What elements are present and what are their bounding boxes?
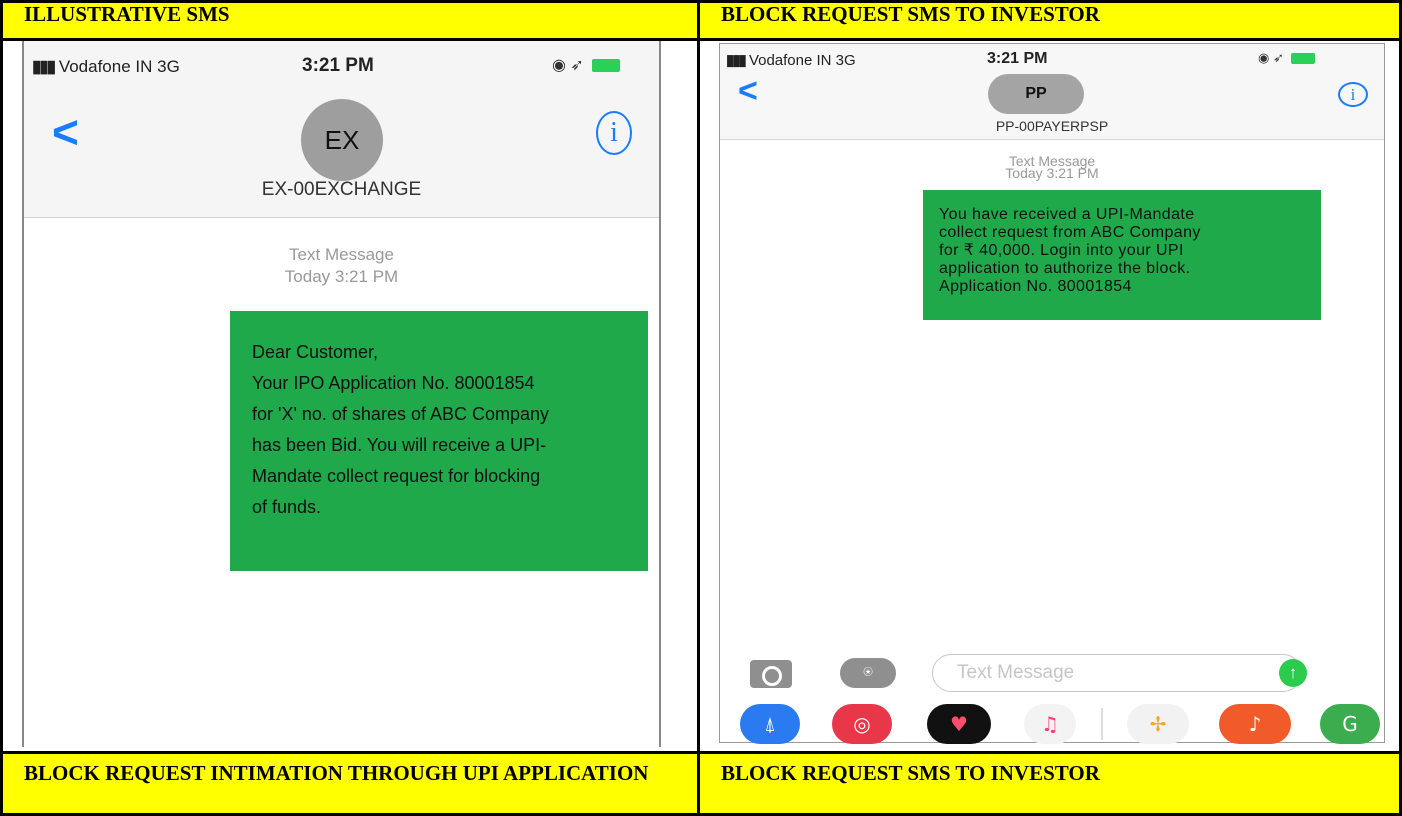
- message-line: for 'X' no. of shares of ABC Company: [252, 404, 550, 424]
- message-line: has been Bid. You will receive a UPI-: [252, 435, 547, 455]
- right-message-bubble[interactable]: You have received a UPI-Mandate collect …: [923, 190, 1321, 320]
- info-icon[interactable]: i: [1338, 82, 1368, 107]
- message-line: collect request from ABC Company: [939, 224, 1201, 241]
- left-status-icons: ◉ ➶: [552, 55, 621, 75]
- header-block-request-bottom: BLOCK REQUEST SMS TO INVESTOR: [700, 754, 1399, 813]
- chevron-left-icon[interactable]: <: [52, 105, 79, 159]
- cell-right-screenshot: ▮▮▮ Vodafone IN 3G 3:21 PM ◉ ➶ < PP i PP…: [700, 41, 1399, 751]
- left-phone-screenshot: ▮▮▮ Vodafone IN 3G 3:21 PM ◉ ➶ < EX i EX…: [22, 41, 661, 747]
- maps-dock-icon[interactable]: G: [1320, 704, 1380, 744]
- left-carrier-label: ▮▮▮ Vodafone IN 3G: [32, 57, 180, 76]
- header-bottom-right-label: BLOCK REQUEST SMS TO INVESTOR: [721, 761, 1100, 785]
- battery-icon: [592, 59, 621, 73]
- message-line: for ₹ 40,000. Login into your UPI: [939, 242, 1184, 259]
- left-sender-name[interactable]: EX-00EXCHANGE: [24, 179, 659, 201]
- message-input[interactable]: Text Message: [932, 654, 1302, 692]
- header-top-left-label: ILLUSTRATIVE SMS: [24, 2, 230, 26]
- send-arrow-icon[interactable]: ↑: [1279, 659, 1307, 687]
- info-icon[interactable]: i: [596, 111, 632, 155]
- app-store-dock-icon[interactable]: ⍋: [740, 704, 800, 744]
- table-border-row1: [0, 38, 1402, 41]
- camera-icon[interactable]: [750, 660, 792, 688]
- header-illustrative-sms: ILLUSTRATIVE SMS: [3, 3, 697, 38]
- table-border-top: [0, 0, 1402, 3]
- right-message-timestamp: Today 3:21 PM: [1005, 165, 1099, 181]
- right-carrier-label: ▮▮▮ Vodafone IN 3G: [726, 52, 856, 69]
- music-dock-icon[interactable]: ♫: [1024, 704, 1076, 744]
- battery-icon: [1291, 53, 1316, 65]
- message-line: application to authorize the block.: [939, 260, 1191, 277]
- message-line: Dear Customer,: [252, 342, 379, 362]
- table-border-middle-vertical: [697, 0, 700, 816]
- header-bottom-left-label: BLOCK REQUEST INTIMATION THROUGH UPI APP…: [24, 761, 649, 785]
- right-status-icons: ◉ ➶: [1258, 50, 1316, 66]
- heart-dock-icon[interactable]: ♥: [927, 704, 991, 744]
- header-block-request-top: BLOCK REQUEST SMS TO INVESTOR: [700, 3, 1399, 38]
- cell-left-screenshot: ▮▮▮ Vodafone IN 3G 3:21 PM ◉ ➶ < EX i EX…: [3, 41, 697, 751]
- message-line: Mandate collect request for blocking: [252, 466, 541, 486]
- message-line: You have received a UPI-Mandate: [939, 206, 1195, 223]
- table-border-row2: [0, 751, 1402, 754]
- table-border-left: [0, 0, 3, 816]
- left-message-timestamp: Today 3:21 PM: [284, 267, 399, 286]
- message-line: Application No. 80001854: [939, 278, 1132, 295]
- header-block-request-intimation: BLOCK REQUEST INTIMATION THROUGH UPI APP…: [3, 754, 697, 813]
- left-avatar[interactable]: EX: [301, 99, 383, 181]
- header-top-right-label: BLOCK REQUEST SMS TO INVESTOR: [721, 2, 1100, 26]
- chevron-left-icon[interactable]: <: [738, 72, 758, 111]
- app-store-icon[interactable]: ⍟: [840, 658, 896, 688]
- message-line: Your IPO Application No. 80001854: [252, 373, 535, 393]
- right-avatar[interactable]: PP: [988, 74, 1084, 114]
- left-status-time: 3:21 PM: [302, 55, 374, 76]
- sms-table: ILLUSTRATIVE SMS BLOCK REQUEST SMS TO IN…: [0, 0, 1402, 816]
- right-phone-screenshot: ▮▮▮ Vodafone IN 3G 3:21 PM ◉ ➶ < PP i PP…: [719, 43, 1385, 744]
- right-status-time: 3:21 PM: [987, 50, 1048, 67]
- left-message-type: Text Message: [289, 245, 394, 264]
- dock-separator: [1101, 708, 1103, 740]
- left-message-bubble[interactable]: Dear Customer, Your IPO Application No. …: [230, 311, 648, 571]
- search-globe-dock-icon[interactable]: ◎: [832, 704, 892, 744]
- photos-dock-icon[interactable]: ✢: [1127, 704, 1189, 744]
- guitar-dock-icon[interactable]: ♪: [1219, 704, 1291, 744]
- message-line: of funds.: [252, 497, 322, 517]
- right-sender-name[interactable]: PP-00PAYERPSP: [720, 118, 1384, 134]
